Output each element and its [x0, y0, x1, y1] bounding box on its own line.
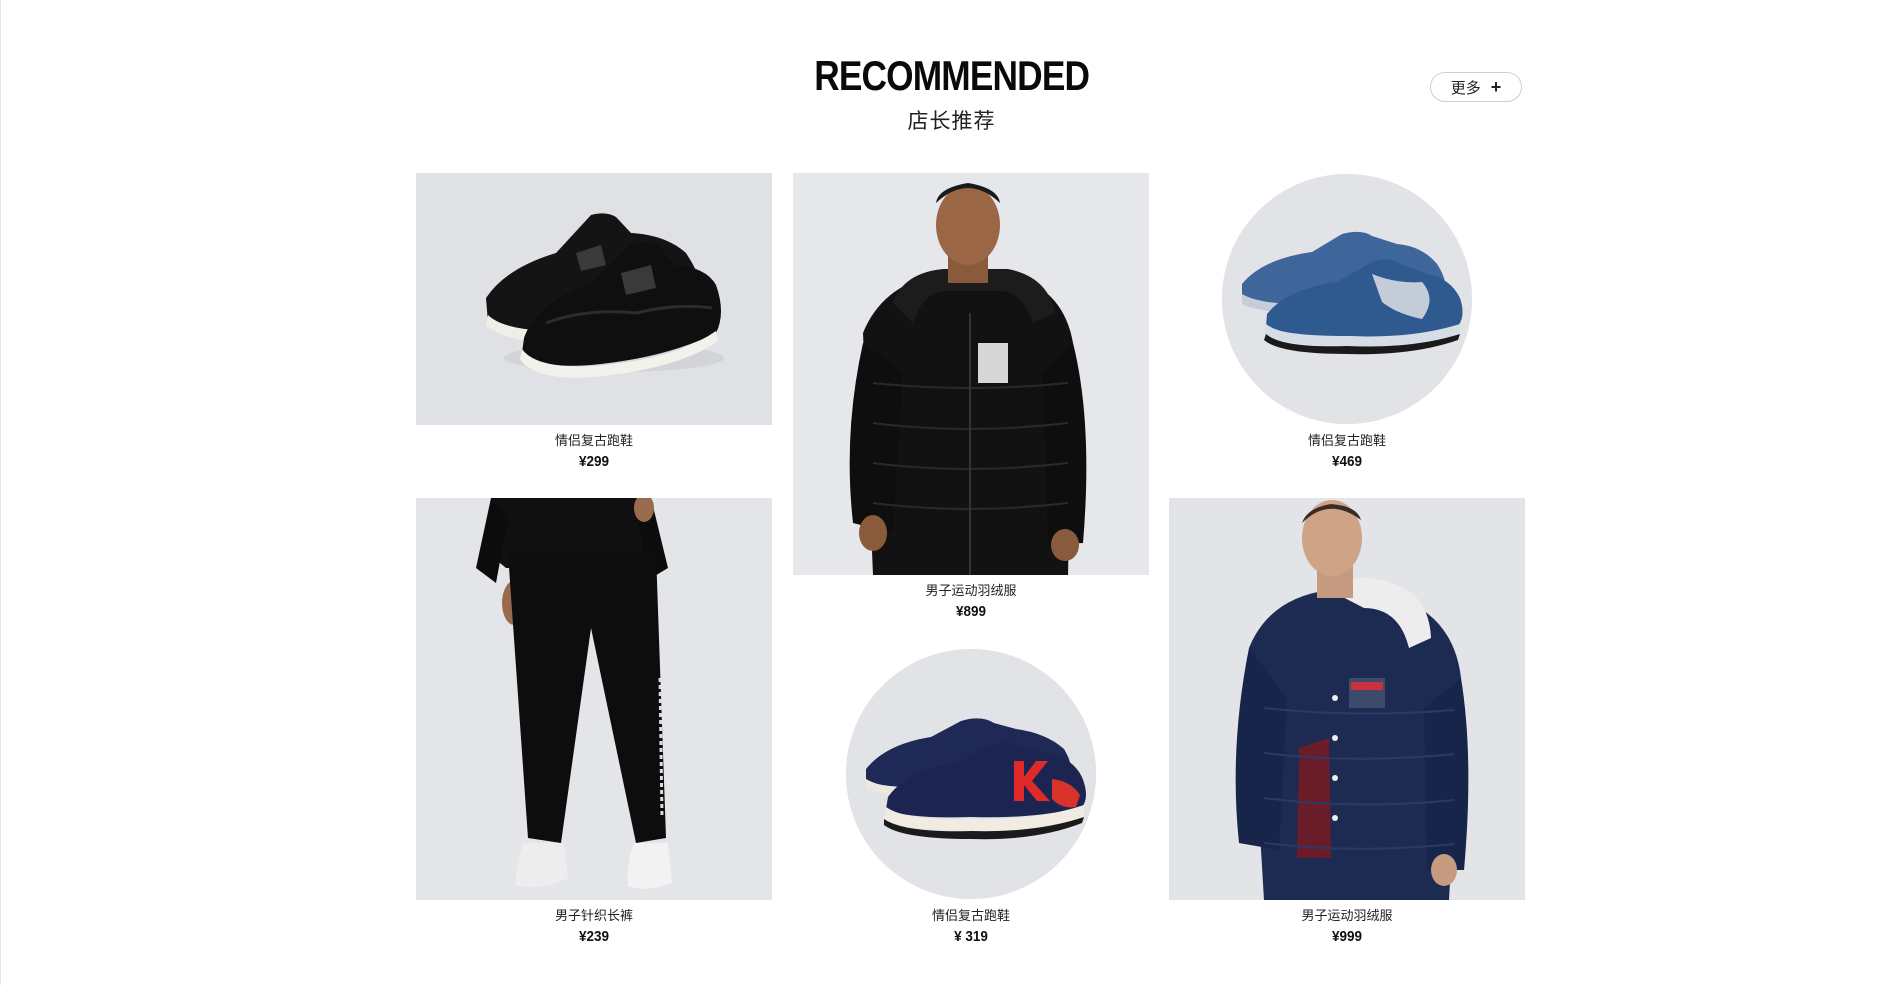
plus-icon: + [1490, 77, 1502, 97]
product-price: ¥999 [1331, 928, 1363, 945]
section-title: RECOMMENDED [814, 52, 1090, 99]
product-image-circle [846, 649, 1096, 899]
product-name[interactable]: 情侣复古跑鞋 [1169, 433, 1525, 449]
product-image-blue-retro-running-shoes[interactable] [1169, 173, 1525, 425]
product-name[interactable]: 男子针织长裤 [416, 908, 772, 924]
product-price: ¥239 [578, 928, 610, 945]
product-card[interactable]: 情侣复古跑鞋 ¥299 [416, 173, 772, 471]
product-card[interactable]: 男子针织长裤 ¥239 [416, 498, 772, 946]
product-image-navy-red-k-sneakers[interactable] [793, 648, 1149, 900]
more-button[interactable]: 更多 + [1430, 72, 1522, 102]
product-price: ¥ 319 [954, 928, 988, 945]
product-name[interactable]: 情侣复古跑鞋 [416, 433, 772, 449]
product-image-black-knit-pants[interactable] [416, 498, 772, 900]
product-name[interactable]: 男子运动羽绒服 [793, 583, 1149, 599]
product-card[interactable]: 情侣复古跑鞋 ¥469 [1169, 173, 1525, 471]
section-subtitle: 店长推荐 [907, 110, 996, 133]
product-price: ¥469 [1331, 453, 1363, 470]
product-price: ¥299 [578, 453, 610, 470]
product-card[interactable]: 男子运动羽绒服 ¥899 [793, 173, 1149, 621]
section-header: RECOMMENDED 店长推荐 [0, 54, 1903, 136]
product-image-circle [1222, 174, 1472, 424]
page-left-border [0, 0, 1, 985]
product-image-man-navy-down-jacket[interactable] [1169, 498, 1525, 900]
more-button-label: 更多 [1450, 79, 1481, 97]
product-image-black-slip-on-sneakers[interactable] [416, 173, 772, 425]
product-image-man-black-down-jacket[interactable] [793, 173, 1149, 575]
product-name[interactable]: 情侣复古跑鞋 [793, 908, 1149, 924]
product-name[interactable]: 男子运动羽绒服 [1169, 908, 1525, 924]
product-price: ¥899 [955, 603, 987, 620]
product-card[interactable]: 男子运动羽绒服 ¥999 [1169, 498, 1525, 946]
product-card[interactable]: 情侣复古跑鞋 ¥ 319 [793, 648, 1149, 946]
